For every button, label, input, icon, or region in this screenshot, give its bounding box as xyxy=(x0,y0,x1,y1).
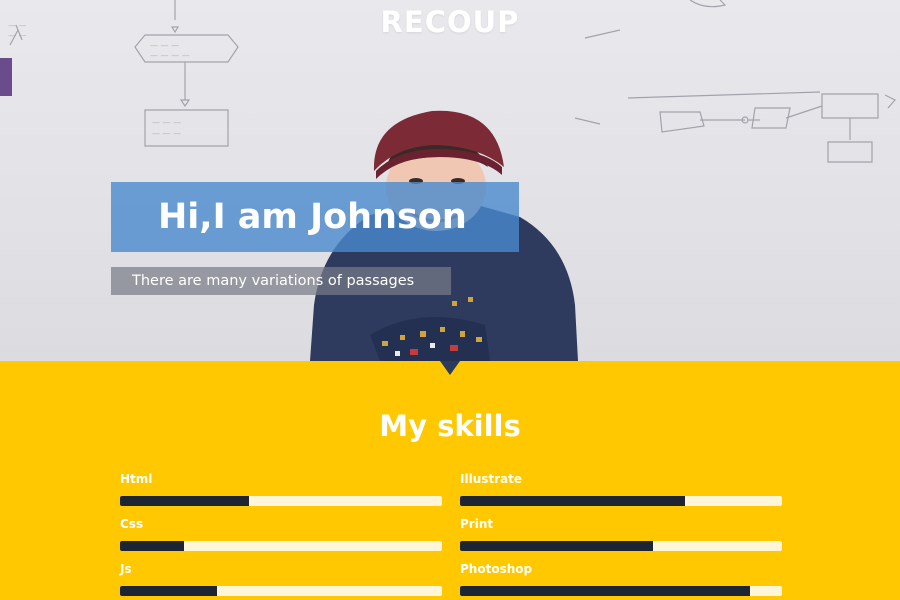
skill-js: Js xyxy=(120,562,442,600)
site-logo[interactable]: RECOUP xyxy=(0,5,900,39)
skill-progress-track xyxy=(460,496,782,506)
skill-progress-track xyxy=(460,586,782,596)
skill-label: Html xyxy=(120,472,153,486)
hero-section: — — — — — — — — — — — — — — — — — RECOUP… xyxy=(0,0,900,361)
skill-label: Print xyxy=(460,517,494,531)
hero-headline-box: Hi,I am Johnson xyxy=(111,182,519,252)
skill-progress-track xyxy=(120,586,442,596)
skill-label: Photoshop xyxy=(460,562,533,576)
skill-progress-track xyxy=(120,496,442,506)
skill-print: Print xyxy=(460,517,782,557)
svg-text:— — — —: — — — — xyxy=(150,51,190,60)
skill-progress-fill xyxy=(460,496,686,506)
skill-progress-fill xyxy=(120,586,217,596)
skill-label: Js xyxy=(120,562,132,576)
hero-headline: Hi,I am Johnson xyxy=(158,197,467,237)
skill-progress-fill xyxy=(120,496,249,506)
skill-progress-fill xyxy=(120,541,185,551)
skill-progress-fill xyxy=(460,541,654,551)
svg-text:— — —: — — — xyxy=(150,41,179,50)
skill-progress-fill xyxy=(460,586,750,596)
skill-progress-track xyxy=(120,541,442,551)
hero-subline: There are many variations of passages xyxy=(132,273,415,289)
skill-html: Html xyxy=(120,472,442,512)
svg-text:— — —: — — — xyxy=(152,118,181,127)
hero-subline-box: There are many variations of passages xyxy=(111,267,451,295)
skill-label: Illustrate xyxy=(460,472,523,486)
skills-title: My skills xyxy=(379,409,521,443)
skill-photoshop: Photoshop xyxy=(460,562,782,600)
skill-css: Css xyxy=(120,517,442,557)
skills-section: My skills Html Illustrate Css Print Js P… xyxy=(0,361,900,600)
hero-pointer-arrow xyxy=(440,361,460,375)
skill-progress-track xyxy=(460,541,782,551)
purple-marker-decoration xyxy=(0,58,12,96)
skill-illustrate: Illustrate xyxy=(460,472,782,512)
svg-text:— — —: — — — xyxy=(152,129,181,138)
skill-label: Css xyxy=(120,517,144,531)
